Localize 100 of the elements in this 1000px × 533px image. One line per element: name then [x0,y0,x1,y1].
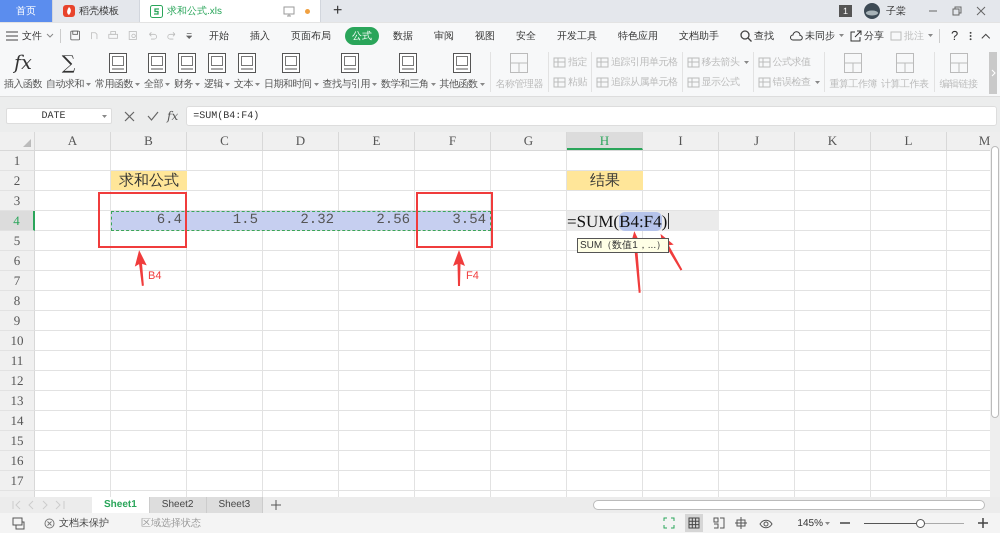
sheet-tab[interactable]: Sheet2 [150,497,206,513]
new-tab-button[interactable]: + [321,0,354,22]
caret-icon [814,80,820,84]
name-box[interactable]: DATE [6,108,112,124]
cell-editor[interactable]: =SUM(B4:F4) [567,211,719,231]
sheet-icon [894,52,915,74]
search-button[interactable]: 查找 [733,26,782,44]
sheet-tab[interactable]: Sheet3 [206,497,264,513]
menu-tab[interactable]: 特色应用 [611,26,666,44]
caret-icon [430,82,436,86]
table-cell: 结果 [567,171,643,190]
function-button[interactable]: 其他函数 [438,48,486,96]
cells-icon [758,56,770,68]
confirm-icon[interactable] [147,111,159,121]
function-button[interactable]: 财务 [173,48,201,96]
function-glyph: fx [14,52,32,74]
function-button[interactable]: 查找与引用 [322,48,378,96]
window-count-badge[interactable]: 1 [838,5,852,17]
grid-icon [688,517,700,529]
file-menu[interactable]: 文件 [6,28,54,42]
menu-tab[interactable]: 页面布局 [284,26,338,44]
help-button[interactable]: ? [951,28,958,43]
user-name[interactable]: 子棠 [886,4,906,18]
menu-tab[interactable]: 安全 [509,26,544,44]
share-icon [850,30,862,42]
avatar-icon[interactable] [864,3,880,19]
add-sheet-icon[interactable] [271,500,282,510]
fullscreen-icon[interactable] [663,517,676,529]
function-button[interactable]: 日期和时间 [263,48,320,96]
caret-icon [165,82,170,86]
zoom-in-icon[interactable] [978,518,988,528]
column-header[interactable]: A [35,132,111,150]
unsaved-dot [305,8,310,14]
column-header[interactable]: D [263,132,339,150]
save-icon[interactable] [70,29,80,42]
horizontal-scrollbar[interactable] [593,500,985,510]
selection-mode-status: 区域选择状态 [141,516,201,530]
column-header[interactable]: F [415,132,491,150]
cloud-icon [790,30,804,42]
function-button[interactable]: 数学和三角 [380,48,436,96]
collapse-icon[interactable] [981,32,991,40]
share-button[interactable]: 分享 [850,28,884,42]
macro-icon[interactable] [12,516,26,530]
protection-status[interactable]: 文档未保护 [44,516,109,530]
caret-icon [195,82,200,86]
menu-tab[interactable]: 文档助手 [672,26,726,44]
menu-tab[interactable]: 视图 [468,26,502,44]
menu-tab[interactable]: 插入 [243,26,278,44]
formula-field[interactable]: =SUM(B4:F4) [186,106,997,126]
caret-icon [135,82,140,86]
sheet-icon [843,52,864,74]
column-header[interactable]: K [795,132,871,150]
menu-tab[interactable]: 数据 [386,26,420,44]
chevron-down-icon [46,33,54,38]
book-icon [207,52,227,74]
column-header[interactable]: I [643,132,719,150]
close-icon[interactable] [976,6,986,16]
function-button[interactable]: ∑ 自动求和 [45,48,92,96]
book-icon [108,52,128,74]
menu-tab[interactable]: 开始 [202,26,236,44]
more-icon[interactable] [969,30,972,42]
function-button[interactable]: 文本 [233,48,261,96]
function-button[interactable]: fx 插入函数 [3,48,43,96]
cancel-icon[interactable] [124,110,135,122]
caret-icon [928,34,934,37]
customize-icon[interactable] [186,32,192,40]
caret-icon [839,34,844,37]
zoom-level[interactable]: 145% [797,518,830,528]
table-cell: 2.56 [339,211,415,230]
crosshair-icon[interactable] [735,517,750,529]
eye-icon[interactable] [759,517,774,529]
column-header[interactable]: B [111,132,187,150]
menu-tab[interactable]: 开发工具 [550,26,604,44]
function-button[interactable]: 全部 [143,48,171,96]
book-icon [398,52,418,74]
function-button[interactable]: 常用函数 [94,48,141,96]
slider-thumb[interactable] [916,518,925,528]
normal-view-button[interactable] [685,514,704,532]
column-header[interactable]: C [187,132,263,150]
caret-icon [480,82,484,86]
column-header[interactable]: E [339,132,415,150]
cells-icon [686,56,700,68]
book-icon [147,52,167,74]
function-button[interactable]: 逻辑 [203,48,231,96]
page-break-icon[interactable] [713,517,726,529]
column-header[interactable]: L [871,132,947,150]
caret-icon [102,114,107,118]
book-icon [177,52,197,74]
cells-icon [686,76,700,88]
insert-function-button[interactable]: fx [167,109,178,123]
caret-icon [255,82,260,86]
column-header[interactable]: J [719,132,795,150]
caret-icon [314,82,318,86]
menu-tab[interactable]: 审阅 [427,26,462,44]
function-tooltip: SUM（数值1，...） [577,238,670,253]
restore-icon[interactable] [952,6,962,16]
monitor-icon[interactable] [283,6,295,16]
sheet-icon [948,52,968,74]
triangle-icon [23,139,31,147]
sync-button[interactable]: 未同步 [790,28,844,42]
